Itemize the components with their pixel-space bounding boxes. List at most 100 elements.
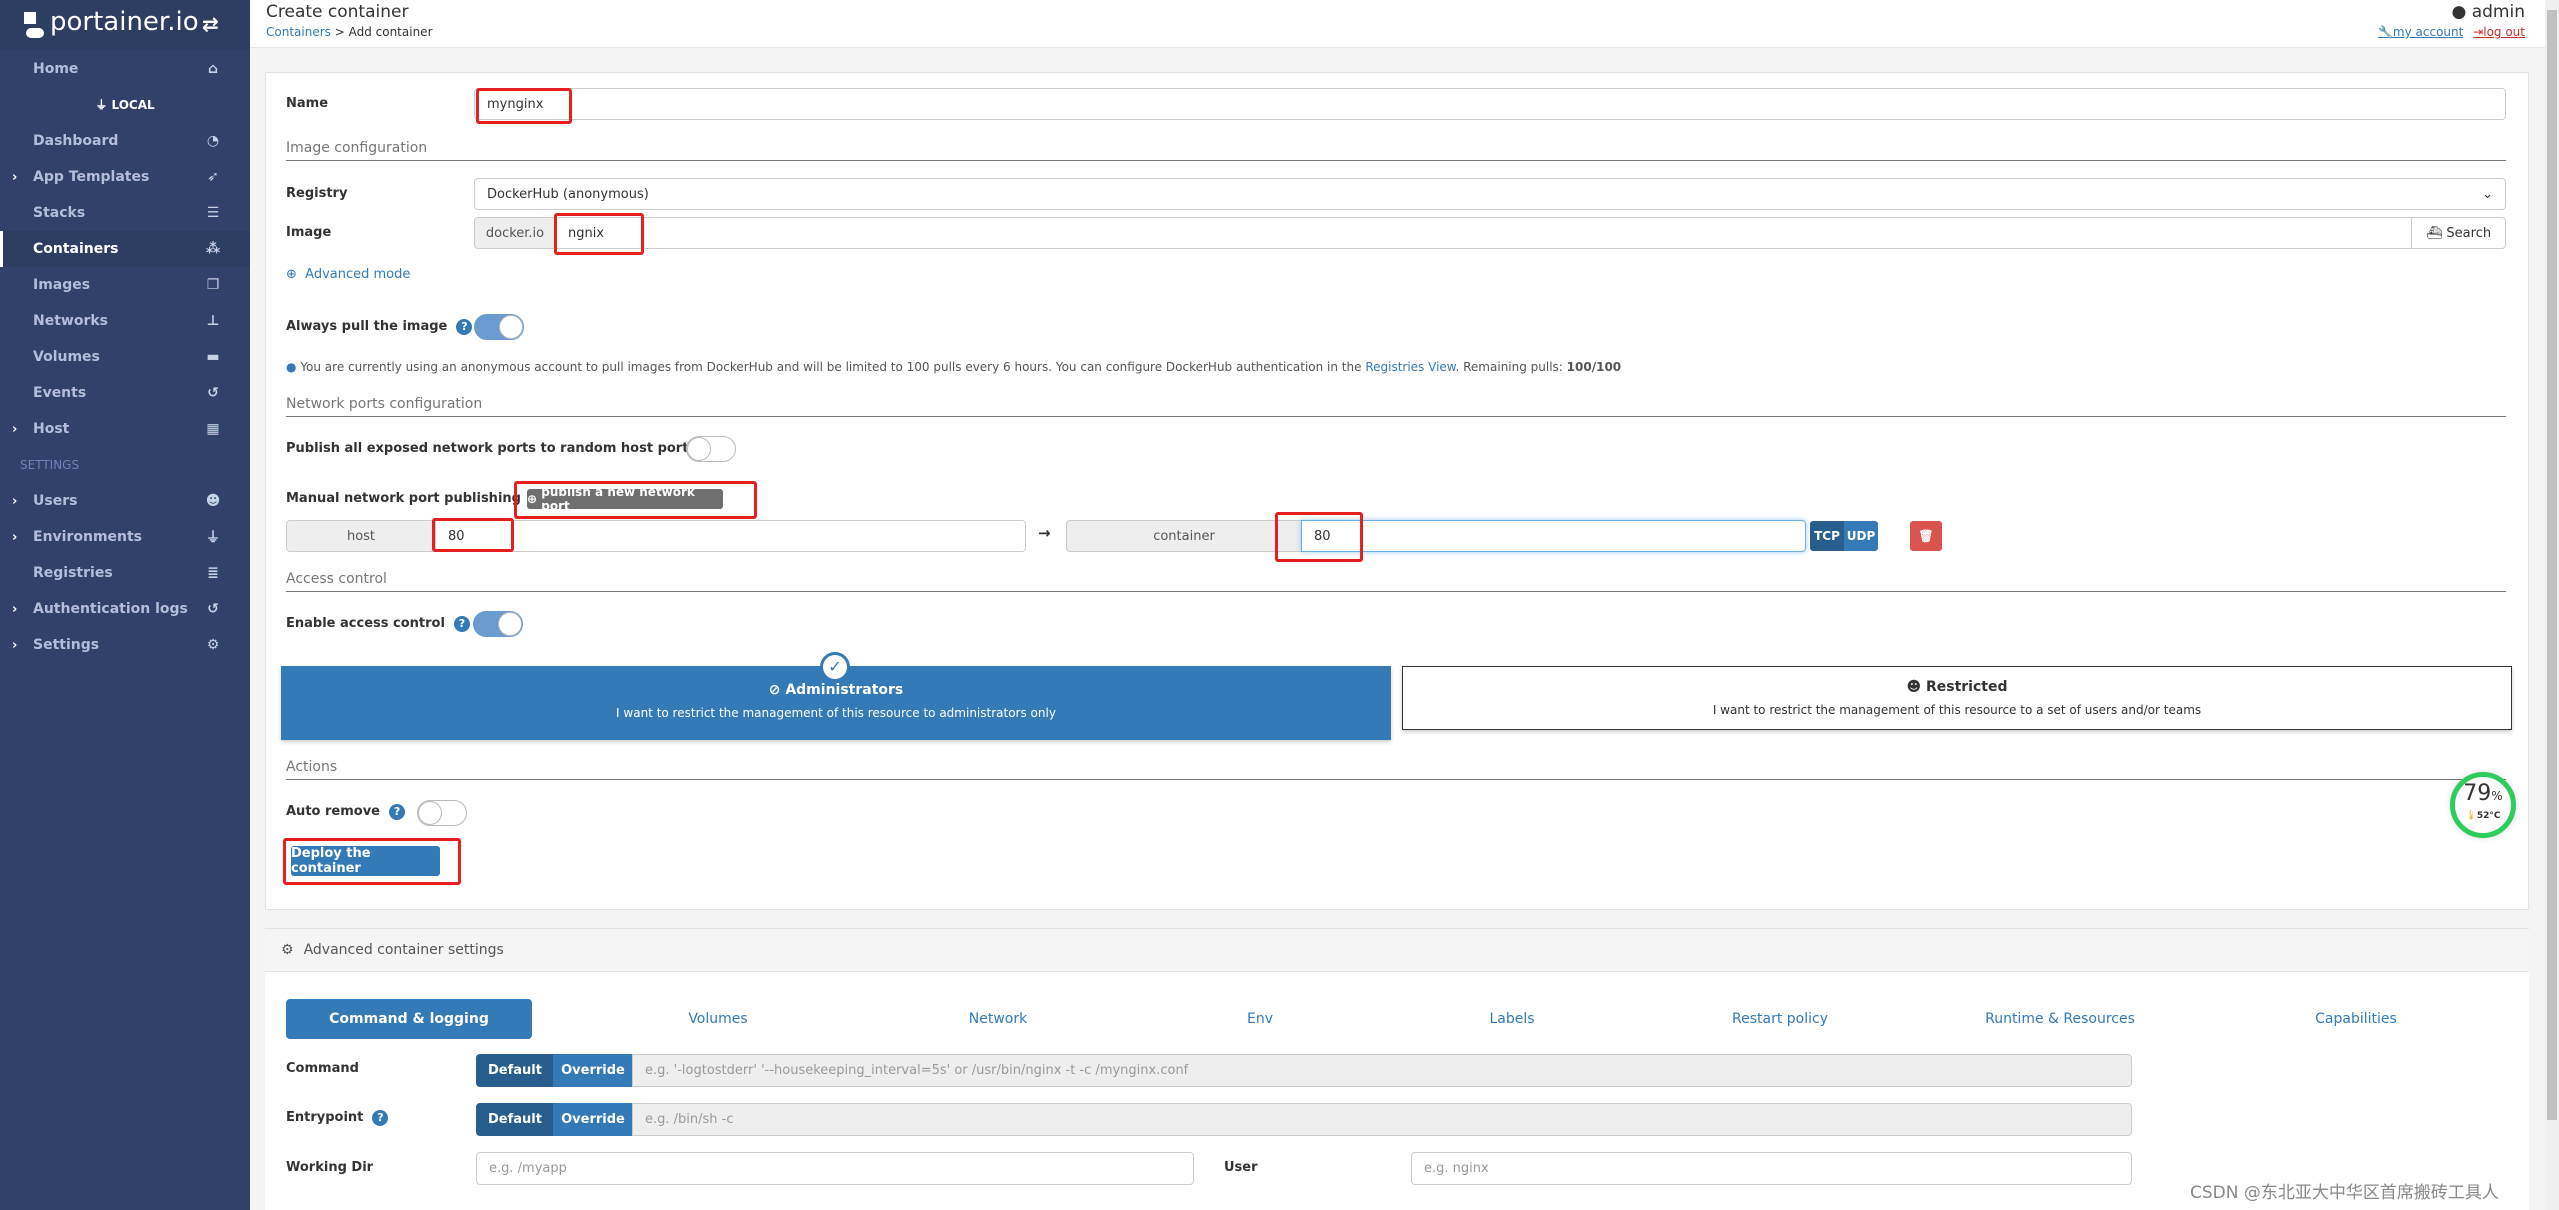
- sidebar-item-users[interactable]: › Users ☻: [0, 483, 250, 519]
- entrypoint-label: Entrypoint ?: [286, 1110, 389, 1126]
- tab-network[interactable]: Network: [900, 999, 1096, 1039]
- advanced-settings-header: ⚙ Advanced container settings: [265, 928, 2529, 972]
- check-circle-icon: ✓: [820, 652, 850, 682]
- tab-command-logging[interactable]: Command & logging: [286, 999, 532, 1039]
- access-option-restricted[interactable]: ☻ Restricted I want to restrict the mana…: [1402, 666, 2512, 730]
- user-input[interactable]: e.g. nginx: [1411, 1152, 2132, 1185]
- environment-label: ⏚ LOCAL: [95, 98, 155, 112]
- command-input[interactable]: e.g. '-logtostderr' '--housekeeping_inte…: [632, 1054, 2132, 1087]
- sidebar-item-host[interactable]: › Host ▦: [0, 411, 250, 447]
- hdd-icon: ▬: [206, 349, 220, 365]
- chevron-right-icon: ›: [12, 529, 18, 545]
- auto-remove-toggle[interactable]: [417, 800, 467, 826]
- publish-all-toggle[interactable]: [686, 436, 736, 462]
- remove-port-button[interactable]: 🗑: [1910, 521, 1942, 551]
- command-default-button[interactable]: Default: [476, 1054, 554, 1087]
- portainer-logo[interactable]: portainer.io: [24, 4, 199, 40]
- cpu-usage-widget: 79% 🌡52°C: [2450, 772, 2516, 838]
- registries-view-link[interactable]: Registries View: [1365, 360, 1455, 374]
- sidebar-item-dashboard[interactable]: Dashboard ◔: [0, 123, 250, 159]
- deploy-container-button[interactable]: Deploy the container: [291, 846, 440, 876]
- sidebar-item-networks[interactable]: Networks ⊥: [0, 303, 250, 339]
- command-label: Command: [286, 1061, 359, 1076]
- exclamation-circle-icon: ●: [286, 360, 297, 374]
- tab-restart-policy[interactable]: Restart policy: [1682, 999, 1878, 1039]
- tab-env[interactable]: Env: [1162, 999, 1358, 1039]
- chevron-right-icon: ›: [12, 601, 18, 617]
- globe-icon: ⊕: [286, 267, 297, 282]
- sidebar-item-images[interactable]: Images ❐: [0, 267, 250, 303]
- sidebar-item-volumes[interactable]: Volumes ▬: [0, 339, 250, 375]
- log-out-link[interactable]: ⇥log out: [2473, 25, 2525, 39]
- scrollbar-thumb[interactable]: [2547, 10, 2557, 1120]
- username: admin: [2471, 2, 2525, 22]
- breadcrumb: Containers > Add container: [266, 25, 433, 39]
- entrypoint-default-button[interactable]: Default: [476, 1103, 554, 1136]
- host-port-addon: host: [286, 520, 436, 552]
- image-input[interactable]: ngnix: [555, 217, 2412, 249]
- brand-bar: portainer.io ⇄: [0, 0, 250, 50]
- exchange-icon[interactable]: ⇄: [202, 12, 219, 36]
- sidebar-item-app-templates[interactable]: › App Templates ➶: [0, 159, 250, 195]
- working-dir-label: Working Dir: [286, 1160, 374, 1175]
- actions-heading: Actions: [286, 759, 2506, 780]
- container-port-input[interactable]: 80: [1301, 520, 1806, 552]
- sidebar: portainer.io ⇄ Home ⌂ ⏚ LOCAL Dashboard …: [0, 0, 250, 1210]
- sidebar-item-environments[interactable]: › Environments ⏚: [0, 519, 250, 555]
- sidebar-item-stacks[interactable]: Stacks ☰: [0, 195, 250, 231]
- sidebar-item-home[interactable]: Home ⌂: [0, 51, 250, 87]
- history-icon: ↺: [207, 601, 219, 617]
- sidebar-item-registries[interactable]: Registries ≣: [0, 555, 250, 591]
- home-icon: ⌂: [207, 61, 219, 77]
- publish-new-port-button[interactable]: ⊕ publish a new network port: [527, 485, 723, 513]
- command-override-button[interactable]: Override: [553, 1054, 633, 1087]
- always-pull-toggle[interactable]: [474, 314, 524, 340]
- registry-select[interactable]: DockerHub (anonymous) ⌄: [474, 178, 2506, 210]
- crane-icon: [24, 4, 46, 40]
- users-icon: ☻: [1906, 679, 1926, 695]
- eye-slash-icon: ⊘: [768, 682, 786, 698]
- breadcrumb-containers[interactable]: Containers: [266, 25, 331, 39]
- image-label: Image: [286, 225, 332, 240]
- tab-labels[interactable]: Labels: [1414, 999, 1610, 1039]
- docker-icon: ⛴: [2425, 225, 2443, 241]
- help-icon[interactable]: ?: [456, 319, 473, 335]
- history-icon: ↺: [207, 385, 219, 401]
- advanced-mode-link[interactable]: ⊕ Advanced mode: [286, 267, 410, 282]
- tab-runtime-resources[interactable]: Runtime & Resources: [1962, 999, 2158, 1039]
- sitemap-icon: ⊥: [206, 313, 220, 329]
- gear-icon: ⚙: [281, 942, 294, 958]
- publish-all-label: Publish all exposed network ports to ran…: [286, 441, 722, 457]
- registry-label: Registry: [286, 186, 348, 201]
- cogs-icon: ⚙: [206, 637, 220, 653]
- entrypoint-input[interactable]: e.g. /bin/sh -c: [632, 1103, 2132, 1136]
- help-icon[interactable]: ?: [389, 804, 406, 820]
- tab-capabilities[interactable]: Capabilities: [2258, 999, 2454, 1039]
- page-title: Create container: [266, 2, 409, 22]
- chevron-right-icon: ›: [12, 169, 18, 185]
- working-dir-input[interactable]: e.g. /myapp: [476, 1152, 1194, 1185]
- search-button[interactable]: ⛴ Search: [2411, 217, 2506, 249]
- my-account-link[interactable]: 🔧my account: [2378, 25, 2463, 39]
- user-circle-icon: ●: [2451, 2, 2467, 22]
- sidebar-item-events[interactable]: Events ↺: [0, 375, 250, 411]
- dockerhub-info: ● You are currently using an anonymous a…: [286, 360, 1622, 374]
- help-icon[interactable]: ?: [372, 1110, 389, 1126]
- host-port-input[interactable]: 80: [435, 520, 1026, 552]
- tab-volumes[interactable]: Volumes: [620, 999, 816, 1039]
- name-input[interactable]: mynginx: [474, 88, 2506, 120]
- access-control-toggle[interactable]: [473, 611, 523, 637]
- entrypoint-override-button[interactable]: Override: [553, 1103, 633, 1136]
- image-registry-prefix: docker.io: [474, 217, 556, 249]
- rocket-icon: ➶: [207, 169, 219, 185]
- plus-circle-icon: ⊕: [527, 492, 542, 506]
- sidebar-item-containers[interactable]: Containers ⁂: [0, 231, 250, 267]
- page-scrollbar[interactable]: [2545, 0, 2559, 1210]
- help-icon[interactable]: ?: [453, 616, 470, 632]
- protocol-udp-button[interactable]: UDP: [1844, 521, 1878, 551]
- chevron-right-icon: ›: [12, 493, 18, 509]
- protocol-tcp-button[interactable]: TCP: [1810, 521, 1844, 551]
- sidebar-item-settings[interactable]: › Settings ⚙: [0, 627, 250, 663]
- database-icon: ≣: [207, 565, 219, 581]
- sidebar-item-authentication-logs[interactable]: › Authentication logs ↺: [0, 591, 250, 627]
